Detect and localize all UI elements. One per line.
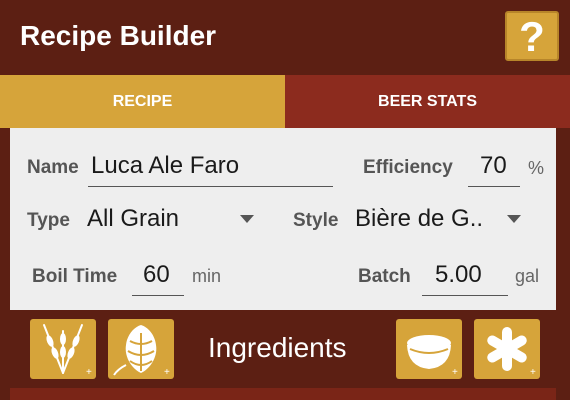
asterisk-icon: + <box>487 327 536 378</box>
boil-time-unit: min <box>192 266 222 286</box>
name-field-underline <box>88 186 333 187</box>
style-label: Style <box>293 210 339 231</box>
efficiency-field-underline <box>468 186 520 187</box>
app-header: Recipe Builder ? <box>0 0 570 75</box>
recipe-form: Name Luca Ale Faro Efficiency 70 % Type … <box>10 128 556 310</box>
help-button[interactable]: ? <box>505 11 559 61</box>
svg-text:+: + <box>164 367 170 378</box>
bottom-strip <box>10 388 556 400</box>
tab-bar: RECIPE BEER STATS <box>0 75 570 128</box>
page-title: Recipe Builder <box>20 20 217 51</box>
add-grain-button[interactable]: + <box>30 319 96 379</box>
boil-time-underline <box>132 295 184 296</box>
boil-time-field[interactable]: 60 <box>143 261 170 289</box>
style-dropdown-icon[interactable] <box>507 215 521 223</box>
batch-unit: gal <box>515 266 540 286</box>
ingredients-title: Ingredients <box>208 332 347 363</box>
type-select[interactable]: All Grain <box>87 205 179 233</box>
yeast-bowl-icon: + <box>407 335 458 378</box>
add-hops-button[interactable]: + <box>108 319 174 379</box>
type-dropdown-icon[interactable] <box>240 215 254 223</box>
efficiency-label: Efficiency <box>363 157 453 178</box>
svg-text:+: + <box>530 367 536 378</box>
batch-field[interactable]: 5.00 <box>435 261 482 289</box>
svg-text:+: + <box>452 367 458 378</box>
ingredients-bar: + + Ingredients + + <box>10 310 556 388</box>
right-edge <box>556 128 570 400</box>
type-label: Type <box>27 210 70 231</box>
add-misc-button[interactable]: + <box>474 319 540 379</box>
boil-time-label: Boil Time <box>32 266 118 287</box>
svg-text:+: + <box>86 367 92 378</box>
efficiency-unit: % <box>528 158 545 178</box>
name-label: Name <box>27 157 79 178</box>
hops-icon: + <box>113 325 170 378</box>
add-yeast-button[interactable]: + <box>396 319 462 379</box>
wheat-icon: + <box>43 324 92 378</box>
tab-recipe[interactable]: RECIPE <box>0 75 285 128</box>
name-field[interactable]: Luca Ale Faro <box>91 152 239 180</box>
batch-label: Batch <box>358 266 411 287</box>
batch-field-underline <box>422 295 508 296</box>
style-select[interactable]: Bière de G.. <box>355 205 483 233</box>
tab-beer-stats[interactable]: BEER STATS <box>285 75 570 128</box>
efficiency-field[interactable]: 70 <box>480 152 507 180</box>
